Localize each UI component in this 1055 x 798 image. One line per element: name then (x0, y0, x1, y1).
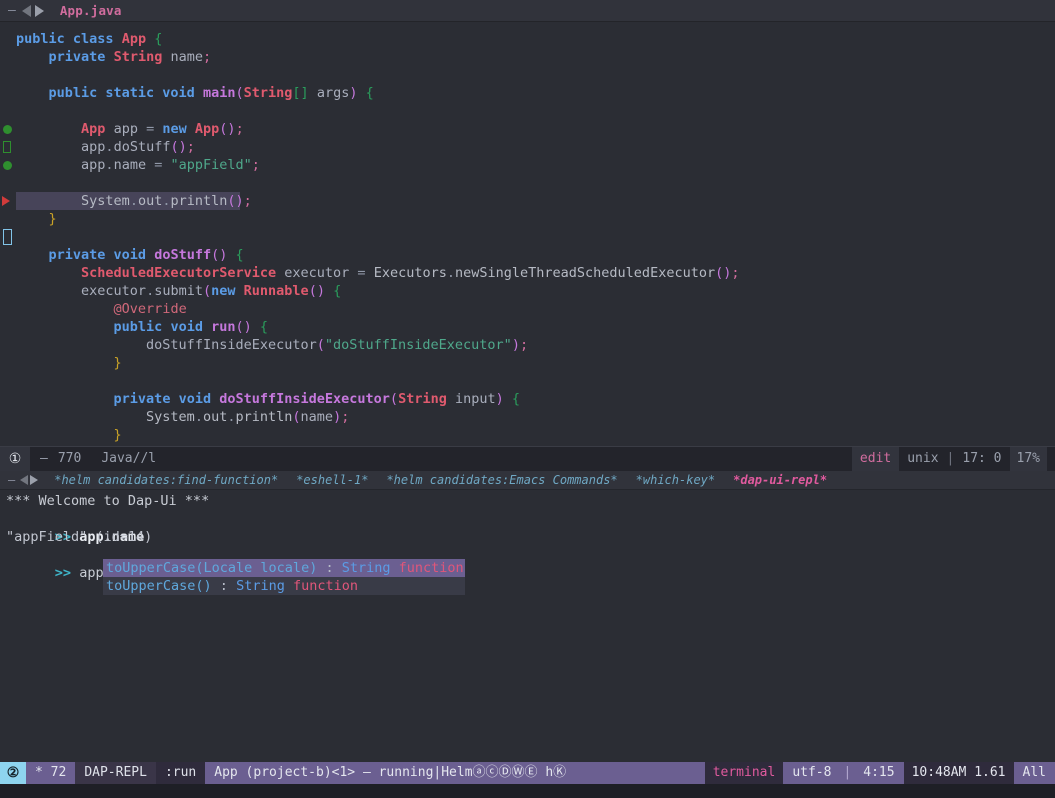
completion-colon: : (317, 560, 342, 576)
repl-tab-4[interactable]: *dap-ui-repl* (724, 471, 836, 489)
completion-colon: : (211, 578, 237, 594)
completion-item[interactable]: toUpperCase(Locale locale) : String func… (103, 559, 465, 577)
completion-type: String (341, 560, 391, 576)
fringe-marker[interactable] (2, 192, 14, 210)
status-window-number: ② (0, 762, 26, 784)
code-line[interactable]: System.out.println(); (0, 192, 1055, 210)
repl-triangle-left-icon[interactable] (20, 475, 29, 485)
tabbar-dash: — (8, 2, 16, 18)
code-line[interactable]: System.out.println(name); (0, 408, 1055, 426)
modeline-state: edit (851, 447, 900, 471)
code-lines[interactable]: public class App { private String name; … (0, 22, 1055, 444)
modeline-separator: | (946, 451, 955, 466)
repl-tab-0[interactable]: *helm candidates:find-function* (45, 471, 287, 489)
status-clock: 10:48AM 1.61 (903, 762, 1014, 784)
code-line[interactable]: } (0, 426, 1055, 444)
breakpoint-dot-icon[interactable] (3, 125, 12, 134)
completion-popup[interactable]: toUpperCase(Locale locale) : String func… (103, 559, 465, 595)
code-line[interactable]: ScheduledExecutorService executor = Exec… (0, 264, 1055, 282)
code-line[interactable] (0, 372, 1055, 390)
fringe-marker[interactable] (2, 138, 14, 156)
code-line[interactable]: public class App { (0, 30, 1055, 48)
triangle-left-icon[interactable] (21, 4, 31, 17)
repl-tab-list: *helm candidates:find-function* *eshell-1… (45, 471, 836, 489)
code-editor-window[interactable]: public class App { private String name; … (0, 22, 1055, 446)
repl-prompt-2: >> (54, 565, 72, 581)
repl-tab-3[interactable]: *which-key* (627, 471, 724, 489)
code-line[interactable]: private void doStuff() { (0, 246, 1055, 264)
code-line[interactable]: private String name; (0, 48, 1055, 66)
status-encoding[interactable]: utf-8 (783, 762, 840, 784)
execution-pointer-icon (2, 196, 10, 206)
code-line[interactable]: app.name = "appField"; (0, 156, 1055, 174)
code-line[interactable]: App app = new App(); (0, 120, 1055, 138)
completion-item[interactable]: toUpperCase() : String function (103, 577, 465, 595)
modeline-major-mode[interactable]: Java//l (91, 447, 166, 471)
code-line[interactable]: public static void main(String[] args) { (0, 84, 1055, 102)
code-line[interactable] (0, 174, 1055, 192)
completion-name: toUpperCase() (106, 578, 212, 594)
global-status-bar: ② * 72 DAP-REPL :run App (project-b)<1> … (0, 762, 1055, 784)
status-buffer-size: * 72 (35, 765, 67, 780)
breakpoint-dot-icon[interactable] (3, 161, 12, 170)
repl-tab-2[interactable]: *helm candidates:Emacs Commands* (377, 471, 626, 489)
modeline-size: 770 (57, 451, 82, 466)
status-position: 4:15 (863, 765, 895, 780)
code-line[interactable]: } (0, 210, 1055, 228)
status-session: App (project-b)<1> – running|HelmⓐⓒⒹⓌⒺ h… (214, 765, 567, 780)
modeline-percent: 17% (1009, 447, 1047, 471)
editor-modeline: ① – 770 Java//l edit unix | 17: 0 17% (0, 446, 1055, 471)
emacs-frame: — App.java public class App { private St… (0, 0, 1055, 798)
fringe-marker[interactable] (2, 120, 14, 138)
completion-kind: function (284, 578, 358, 594)
triangle-right-icon[interactable] (34, 4, 44, 17)
code-line[interactable]: app.doStuff(); (0, 138, 1055, 156)
repl-triangle-right-icon[interactable] (30, 475, 39, 485)
repl-output-1: "appField" (id=14) (6, 529, 153, 545)
frame-bottom-gap (0, 784, 1055, 798)
repl-tab-1[interactable]: *eshell-1* (287, 471, 377, 489)
status-scroll: All (1022, 765, 1046, 780)
repl-tabbar: — *helm candidates:find-function* *eshell… (0, 471, 1055, 490)
logpoint-icon[interactable] (3, 229, 12, 245)
completion-name: toUpperCase(Locale locale) (106, 560, 318, 576)
status-run-state[interactable]: :run (155, 762, 206, 784)
code-line[interactable] (0, 228, 1055, 246)
fringe-marker[interactable] (2, 156, 14, 174)
repl-welcome: *** Welcome to Dap-Ui *** (6, 493, 210, 509)
fringe-marker[interactable] (2, 228, 14, 246)
completion-kind: function (390, 560, 464, 576)
code-line[interactable]: @Override (0, 300, 1055, 318)
code-line[interactable]: doStuffInsideExecutor("doStuffInsideExec… (0, 336, 1055, 354)
status-separator: | (843, 765, 852, 780)
code-line[interactable] (0, 102, 1055, 120)
breakpoint-pending-icon[interactable] (3, 141, 11, 153)
modeline-encoding[interactable]: unix (899, 447, 946, 471)
repl-tabbar-dash: — (8, 472, 16, 487)
editor-tabbar: — App.java (0, 0, 1055, 22)
modeline-position: 17: 0 (962, 451, 1002, 466)
status-terminal[interactable]: terminal (704, 762, 784, 784)
completion-type: String (236, 578, 285, 594)
window-number-badge: ① (0, 447, 30, 471)
code-line[interactable]: executor.submit(new Runnable() { (0, 282, 1055, 300)
dap-ui-repl-buffer[interactable]: *** Welcome to Dap-Ui *** >> app.name "a… (0, 490, 1055, 762)
modeline-modified: – (40, 451, 48, 466)
code-line[interactable]: public void run() { (0, 318, 1055, 336)
repl-entry-1: >> app.name (0, 510, 1055, 545)
code-line[interactable]: } (0, 354, 1055, 372)
code-line[interactable]: private void doStuffInsideExecutor(Strin… (0, 390, 1055, 408)
code-line[interactable] (0, 66, 1055, 84)
status-major-mode[interactable]: DAP-REPL (75, 762, 156, 784)
tab-app-java[interactable]: App.java (60, 2, 122, 20)
